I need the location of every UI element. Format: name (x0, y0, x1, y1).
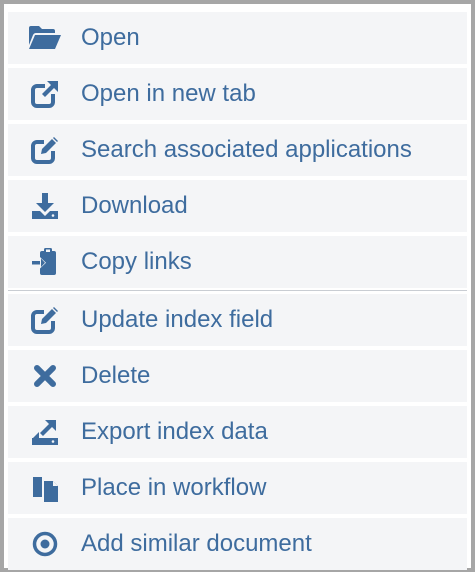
menu-item-download[interactable]: Download (8, 180, 467, 232)
context-menu: Open Open in new tab Search associated a… (0, 0, 475, 572)
menu-divider (8, 290, 467, 291)
menu-item-add-similar-document[interactable]: Add similar document (8, 518, 467, 570)
edit-box-icon (28, 303, 62, 337)
menu-item-label: Add similar document (81, 530, 312, 557)
menu-item-label: Search associated applications (81, 136, 412, 163)
menu-item-label: Place in workflow (81, 474, 267, 501)
dot-circle-icon (28, 527, 62, 561)
close-x-icon (28, 359, 62, 393)
copy-documents-icon (28, 471, 62, 505)
menu-item-open[interactable]: Open (8, 12, 467, 64)
external-link-icon (28, 77, 62, 111)
menu-item-search-associated-applications[interactable]: Search associated applications (8, 124, 467, 176)
folder-open-icon (28, 21, 62, 55)
menu-item-delete[interactable]: Delete (8, 350, 467, 402)
menu-item-label: Delete (81, 362, 151, 389)
menu-item-label: Open (81, 24, 140, 51)
menu-item-export-index-data[interactable]: Export index data (8, 406, 467, 458)
menu-item-label: Download (81, 192, 188, 219)
menu-item-copy-links[interactable]: Copy links (8, 236, 467, 288)
menu-item-label: Open in new tab (81, 80, 256, 107)
menu-item-open-in-new-tab[interactable]: Open in new tab (8, 68, 467, 120)
export-icon (28, 415, 62, 449)
download-icon (28, 189, 62, 223)
menu-item-update-index-field[interactable]: Update index field (8, 294, 467, 346)
menu-item-label: Export index data (81, 418, 268, 445)
menu-item-place-in-workflow[interactable]: Place in workflow (8, 462, 467, 514)
clipboard-link-icon (28, 245, 62, 279)
menu-item-label: Update index field (81, 306, 274, 333)
edit-box-icon (28, 133, 62, 167)
menu-item-label: Copy links (81, 248, 192, 275)
